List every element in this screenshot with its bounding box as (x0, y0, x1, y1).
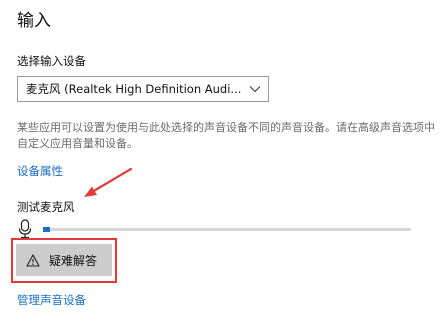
warning-icon (26, 253, 40, 267)
device-description: 某些应用可以设置为使用与此处选择的声音设备不同的声音设备。请在高级声音选项中自定… (17, 121, 435, 150)
microphone-icon (17, 219, 33, 239)
troubleshoot-button[interactable]: 疑难解答 (16, 244, 112, 276)
device-properties-link[interactable]: 设备属性 (17, 164, 63, 178)
microphone-level-row (17, 218, 417, 240)
troubleshoot-label: 疑难解答 (49, 253, 98, 268)
input-settings-page: 输入 选择输入设备 麦克风 (Realtek High Definition A… (0, 0, 441, 323)
input-device-label: 选择输入设备 (17, 54, 86, 68)
chevron-down-icon (248, 82, 262, 96)
microphone-level-meter (43, 227, 411, 232)
section-title: 输入 (17, 11, 51, 31)
input-device-selected-value: 麦克风 (Realtek High Definition Audi... (26, 82, 242, 96)
microphone-level-fill (43, 227, 50, 232)
manage-sound-devices-link[interactable]: 管理声音设备 (17, 293, 86, 307)
input-device-dropdown[interactable]: 麦克风 (Realtek High Definition Audi... (17, 76, 269, 102)
test-microphone-label: 测试麦克风 (17, 200, 75, 214)
troubleshoot-highlight-box: 疑难解答 (11, 238, 117, 283)
